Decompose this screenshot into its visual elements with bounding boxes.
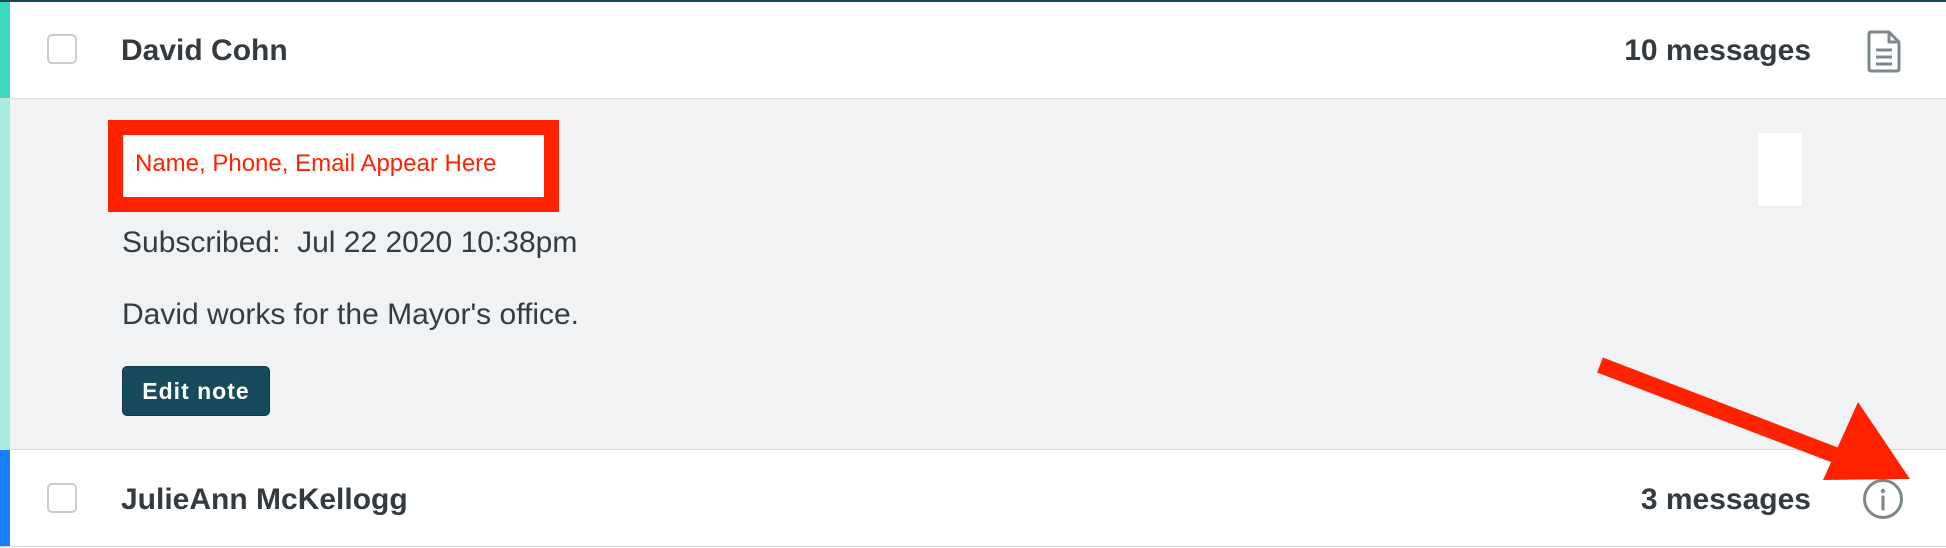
document-icon[interactable] [1864,29,1904,73]
redacted-area [1758,133,1802,206]
subscriber-list: David Cohn 10 messages Name, Phone, Emai… [0,0,1946,548]
message-count: 3 messages [1640,483,1811,516]
redaction-label: Name, Phone, Email Appear Here [135,150,497,177]
row-select-checkbox[interactable] [47,34,77,64]
row-accent-bar [0,2,10,98]
subscriber-note: David works for the Mayor's office. [122,298,580,331]
row-accent-bar [0,450,10,546]
subscriber-name[interactable]: David Cohn [121,34,288,68]
edit-note-button[interactable]: Edit note [122,366,270,416]
annotation-arrow [1597,357,1910,480]
panel-accent-bar [0,99,10,449]
subscribed-date: Jul 22 2020 10:38pm [297,226,578,259]
row-select-checkbox[interactable] [47,483,77,513]
message-count: 10 messages [1624,34,1811,67]
subscriber-name[interactable]: JulieAnn McKellogg [121,483,408,517]
subscribed-label: Subscribed: [122,226,281,259]
subscribed-info: Subscribed: Jul 22 2020 10:38pm [122,226,577,260]
